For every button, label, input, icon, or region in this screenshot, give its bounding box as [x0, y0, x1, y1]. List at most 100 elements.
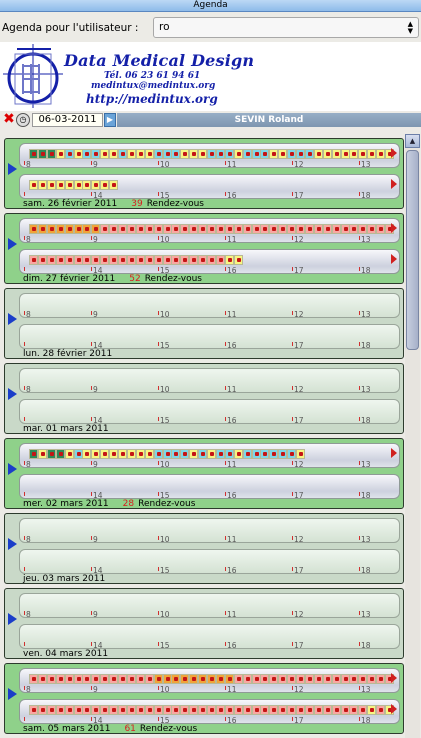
appointment-slot[interactable] — [331, 224, 341, 234]
appointment-slot[interactable] — [358, 674, 368, 684]
scroll-right-icon[interactable] — [391, 179, 397, 189]
scroll-thumb[interactable] — [406, 150, 419, 350]
appointment-slot[interactable] — [224, 674, 234, 684]
appointment-slot[interactable] — [82, 705, 92, 715]
appointment-slot[interactable] — [287, 705, 297, 715]
appointment-slot[interactable] — [82, 224, 92, 234]
appointment-slot[interactable] — [64, 449, 74, 459]
appointment-slot[interactable] — [73, 705, 83, 715]
afternoon-timeline[interactable]: 141516171819 — [19, 474, 400, 500]
appointment-slot[interactable] — [233, 449, 243, 459]
agenda-day-list[interactable]: 8910111213141516171819sam. 26 février 20… — [0, 134, 404, 738]
morning-timeline[interactable]: 8 9 10 11 12 13 — [19, 293, 400, 319]
appointment-slot[interactable] — [242, 149, 252, 159]
close-icon[interactable]: ✖ — [2, 112, 16, 127]
appointment-slot[interactable] — [278, 674, 288, 684]
appointment-slot[interactable] — [46, 224, 56, 234]
morning-timeline[interactable]: 8 9 10 11 12 13 — [19, 143, 400, 169]
appointment-slot[interactable] — [162, 449, 172, 459]
appointment-slot[interactable] — [331, 705, 341, 715]
appointment-slot[interactable] — [126, 449, 136, 459]
appointment-slot[interactable] — [340, 705, 350, 715]
appointment-slot[interactable] — [64, 224, 74, 234]
appointment-slot[interactable] — [278, 705, 288, 715]
appointment-slot[interactable] — [135, 224, 145, 234]
appointment-slot[interactable] — [180, 705, 190, 715]
appointment-slot[interactable] — [207, 224, 216, 234]
appointment-slot[interactable] — [109, 449, 119, 459]
day-panel[interactable]: 8910111213141516171819sam. 05 mars 20116… — [4, 663, 404, 734]
appointment-slot[interactable] — [144, 674, 154, 684]
appointment-slot[interactable] — [55, 449, 65, 459]
appointment-slot[interactable] — [100, 705, 110, 715]
appointment-slot[interactable] — [135, 449, 145, 459]
appointment-slot[interactable] — [29, 255, 38, 265]
appointment-slot[interactable] — [171, 255, 181, 265]
appointment-slot[interactable] — [180, 224, 190, 234]
appointment-slot[interactable] — [349, 224, 359, 234]
appointment-slot[interactable] — [153, 674, 163, 684]
appointment-slot[interactable] — [233, 255, 243, 265]
afternoon-timeline[interactable]: 141516171819 — [19, 549, 400, 575]
appointment-slot[interactable] — [260, 449, 270, 459]
appointment-slot[interactable] — [82, 255, 92, 265]
appointment-slot[interactable] — [349, 674, 359, 684]
appointment-slot[interactable] — [135, 674, 145, 684]
appointment-slot[interactable] — [118, 255, 127, 265]
expand-arrow-icon[interactable] — [8, 313, 17, 325]
appointment-slot[interactable] — [340, 224, 350, 234]
appointment-slot[interactable] — [224, 224, 234, 234]
appointment-slot[interactable] — [233, 674, 243, 684]
appointment-slot[interactable] — [180, 255, 190, 265]
appointment-slot[interactable] — [144, 255, 154, 265]
appointment-slot[interactable] — [73, 674, 83, 684]
appointment-slot[interactable] — [322, 674, 332, 684]
appointment-slot[interactable] — [224, 705, 234, 715]
appointment-slot[interactable] — [287, 449, 297, 459]
appointment-slot[interactable] — [162, 705, 172, 715]
appointment-slot[interactable] — [207, 149, 216, 159]
appointment-slot[interactable] — [91, 449, 101, 459]
day-panel[interactable]: 8910111213141516171819sam. 26 février 20… — [4, 138, 404, 209]
appointment-slot[interactable] — [278, 449, 288, 459]
appointment-slot[interactable] — [340, 674, 350, 684]
appointment-slot[interactable] — [29, 149, 38, 159]
appointment-slot[interactable] — [73, 449, 83, 459]
appointment-slot[interactable] — [135, 255, 145, 265]
appointment-slot[interactable] — [91, 705, 101, 715]
scroll-right-icon[interactable] — [391, 223, 397, 233]
appointment-slot[interactable] — [180, 674, 190, 684]
appointment-slot[interactable] — [313, 674, 323, 684]
appointment-slot[interactable] — [296, 449, 305, 459]
appointment-slot[interactable] — [260, 674, 270, 684]
expand-arrow-icon[interactable] — [8, 238, 17, 250]
appointment-slot[interactable] — [287, 224, 297, 234]
appointment-slot[interactable] — [331, 674, 341, 684]
appointment-slot[interactable] — [189, 224, 199, 234]
appointment-slot[interactable] — [144, 705, 154, 715]
appointment-slot[interactable] — [46, 674, 56, 684]
appointment-slot[interactable] — [331, 149, 341, 159]
day-panel[interactable]: 8910111213141516171819lun. 28 février 20… — [4, 288, 404, 359]
appointment-slot[interactable] — [251, 224, 261, 234]
appointment-slot[interactable] — [100, 674, 110, 684]
morning-timeline[interactable]: 8 9 10 11 12 13 — [19, 593, 400, 619]
appointment-slot[interactable] — [233, 224, 243, 234]
appointment-slot[interactable] — [215, 449, 225, 459]
appointment-slot[interactable] — [207, 705, 216, 715]
appointment-slot[interactable] — [118, 449, 127, 459]
scroll-right-icon[interactable] — [391, 704, 397, 714]
play-icon[interactable]: ▶ — [104, 113, 116, 127]
appointment-slot[interactable] — [37, 224, 47, 234]
appointment-slot[interactable] — [278, 224, 288, 234]
appointment-slot[interactable] — [73, 149, 83, 159]
appointment-slot[interactable] — [269, 705, 279, 715]
appointment-slot[interactable] — [64, 149, 74, 159]
appointment-slot[interactable] — [287, 149, 297, 159]
appointment-slot[interactable] — [296, 224, 305, 234]
appointment-slot[interactable] — [189, 449, 199, 459]
appointment-slot[interactable] — [269, 674, 279, 684]
appointment-slot[interactable] — [109, 149, 119, 159]
appointment-slot[interactable] — [37, 149, 47, 159]
appointment-slot[interactable] — [215, 224, 225, 234]
